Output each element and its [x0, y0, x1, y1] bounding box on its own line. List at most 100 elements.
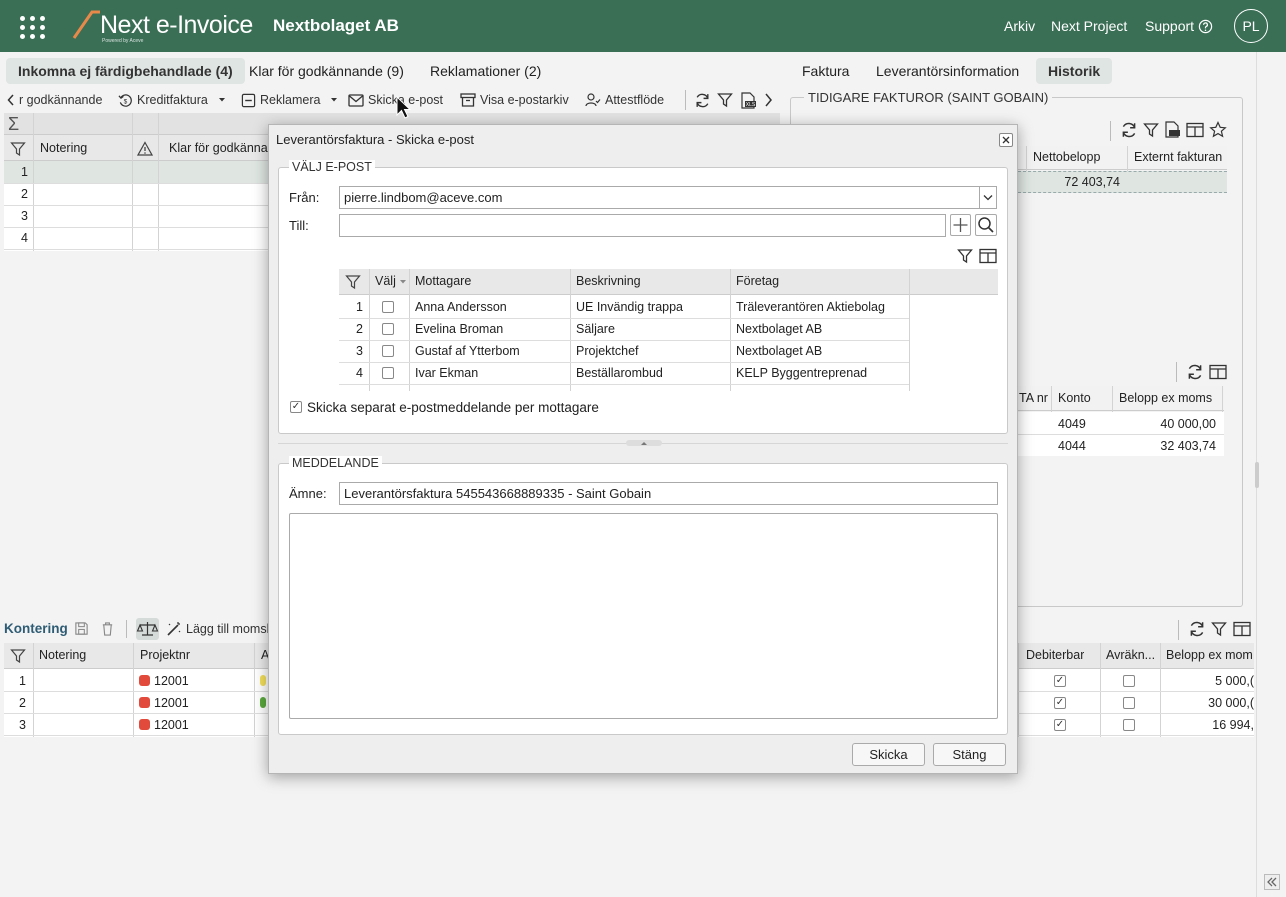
chevron-down-icon: [983, 195, 993, 201]
kreditfaktura-label: Kreditfaktura: [137, 93, 208, 107]
avrakning-checkbox[interactable]: [1123, 697, 1135, 709]
debiterbar-checkbox[interactable]: [1054, 719, 1066, 731]
debiterbar-checkbox[interactable]: [1054, 697, 1066, 709]
recipient-name: Evelina Broman: [415, 322, 504, 336]
filter-icon[interactable]: [1211, 621, 1227, 637]
tab-klar-for-godkannande[interactable]: Klar för godkännande (9): [237, 58, 416, 84]
col-belopp-ex-moms[interactable]: Belopp ex mom: [1166, 648, 1254, 662]
nav-next-project[interactable]: Next Project: [1051, 18, 1127, 34]
column-filter-icon[interactable]: [10, 648, 26, 664]
avrakning-checkbox[interactable]: [1123, 675, 1135, 687]
tab-leverantorsinformation[interactable]: Leverantörsinformation: [864, 58, 1031, 84]
add-recipient-button[interactable]: [950, 214, 971, 236]
list-item[interactable]: 4 Ivar Ekman Beställarombud KELP Byggent…: [339, 362, 909, 384]
search-recipient-button[interactable]: [975, 214, 997, 236]
visa-epostarkiv-button[interactable]: Visa e-postarkiv: [460, 90, 569, 110]
splitter-handle[interactable]: [626, 440, 662, 446]
email-section-title: VÄLJ E-POST: [289, 160, 375, 174]
columns-icon[interactable]: [979, 248, 997, 264]
status-red-icon: [139, 697, 150, 708]
refresh-icon[interactable]: [1186, 363, 1204, 381]
filter-button[interactable]: [717, 90, 733, 110]
separate-email-checkbox[interactable]: [290, 401, 302, 413]
close-button[interactable]: Stäng: [933, 743, 1006, 766]
collapse-panel-button[interactable]: [1264, 874, 1280, 890]
app-logo[interactable]: Next e-Invoice Powered by Aceve: [70, 8, 260, 44]
col-ta-nr[interactable]: TA nr: [1019, 391, 1048, 405]
reklamera-button[interactable]: Reklamera: [241, 90, 338, 110]
col-notering[interactable]: Notering: [39, 648, 86, 662]
select-recipient-checkbox[interactable]: [382, 345, 394, 357]
col-avrakning[interactable]: Avräkn...: [1106, 648, 1155, 662]
plus-icon: [953, 218, 968, 232]
filter-icon[interactable]: [957, 248, 973, 264]
col-konto[interactable]: Konto: [1058, 391, 1091, 405]
add-vat-button[interactable]: Lägg till momsl: [166, 619, 269, 639]
list-item[interactable]: 1 Anna Andersson UE Invändig trappa Träl…: [339, 296, 909, 318]
debiterbar-checkbox[interactable]: [1054, 675, 1066, 687]
from-dropdown-button[interactable]: [979, 186, 997, 209]
message-body-textarea[interactable]: [289, 513, 998, 719]
dialog-close-button[interactable]: [999, 133, 1013, 147]
side-scrollbar[interactable]: [1256, 52, 1286, 897]
select-recipient-checkbox[interactable]: [382, 367, 394, 379]
columns-icon[interactable]: [1186, 122, 1204, 138]
toolbar-divider: [1178, 620, 1179, 640]
list-item[interactable]: 2 Evelina Broman Säljare Nextbolaget AB: [339, 318, 909, 340]
excel-export-icon[interactable]: [1164, 121, 1180, 138]
toolbar-godkannande[interactable]: r godkännande: [7, 90, 102, 110]
close-icon: [1002, 136, 1010, 144]
avatar[interactable]: PL: [1234, 9, 1268, 43]
col-notering[interactable]: Notering: [40, 141, 87, 155]
from-field[interactable]: pierre.lindbom@aceve.com: [339, 186, 980, 209]
col-valj[interactable]: Välj: [375, 274, 396, 288]
col-klar-for-godkannande[interactable]: Klar för godkänna: [169, 141, 268, 155]
col-belopp-ex-moms[interactable]: Belopp ex moms: [1119, 391, 1212, 405]
row-number: 1: [19, 674, 26, 688]
recipient-description: Säljare: [576, 322, 615, 336]
tab-faktura[interactable]: Faktura: [790, 58, 861, 84]
tab-historik[interactable]: Historik: [1036, 58, 1113, 84]
send-button[interactable]: Skicka: [852, 743, 925, 766]
balance-toggle-button[interactable]: [136, 618, 159, 640]
column-filter-icon[interactable]: [345, 274, 361, 290]
attestflode-button[interactable]: Attestflöde: [585, 90, 664, 110]
app-launcher-icon[interactable]: [20, 14, 46, 40]
save-icon[interactable]: [74, 621, 89, 636]
tab-inkomna[interactable]: Inkomna ej färdigbehandlade (4): [6, 58, 245, 84]
col-mottagare[interactable]: Mottagare: [415, 274, 471, 288]
nav-arkiv[interactable]: Arkiv: [1004, 18, 1035, 34]
toolbar-scroll-right[interactable]: [764, 90, 773, 110]
kreditfaktura-button[interactable]: $ Kreditfaktura: [118, 90, 226, 110]
col-externt-fakturanr[interactable]: Externt fakturan: [1134, 150, 1227, 164]
col-debiterbar[interactable]: Debiterbar: [1026, 648, 1084, 662]
sort-caret-icon[interactable]: [399, 279, 407, 285]
select-recipient-checkbox[interactable]: [382, 301, 394, 313]
grid-divider: [1018, 434, 1224, 435]
excel-export-icon: XLS: [741, 91, 756, 109]
trash-icon[interactable]: [100, 621, 115, 636]
select-recipient-checkbox[interactable]: [382, 323, 394, 335]
list-item[interactable]: 3 Gustaf af Ytterbom Projektchef Nextbol…: [339, 340, 909, 362]
separate-email-label[interactable]: Skicka separat e-postmeddelande per mott…: [307, 400, 599, 415]
refresh-icon[interactable]: [1188, 620, 1206, 638]
col-nettobelopp[interactable]: Nettobelopp: [1033, 150, 1100, 164]
column-filter-icon[interactable]: [10, 141, 26, 157]
star-icon[interactable]: [1209, 121, 1227, 138]
col-projektnr[interactable]: Projektnr: [140, 648, 190, 662]
tab-reklamationer[interactable]: Reklamationer (2): [418, 58, 553, 84]
message-section-title: MEDDELANDE: [289, 456, 382, 470]
export-excel-button[interactable]: XLS: [740, 90, 756, 110]
columns-icon[interactable]: [1233, 621, 1251, 637]
col-beskrivning[interactable]: Beskrivning: [576, 274, 641, 288]
nav-support[interactable]: Support: [1145, 18, 1213, 34]
to-field[interactable]: [339, 214, 946, 237]
refresh-button[interactable]: [694, 90, 711, 110]
col-foretag[interactable]: Företag: [736, 274, 779, 288]
splitter-handle[interactable]: [1255, 462, 1259, 488]
avrakning-checkbox[interactable]: [1123, 719, 1135, 731]
columns-icon[interactable]: [1209, 364, 1227, 380]
filter-icon[interactable]: [1143, 122, 1159, 138]
refresh-icon[interactable]: [1120, 121, 1138, 139]
subject-field[interactable]: Leverantörsfaktura 545543668889335 - Sai…: [339, 482, 998, 505]
